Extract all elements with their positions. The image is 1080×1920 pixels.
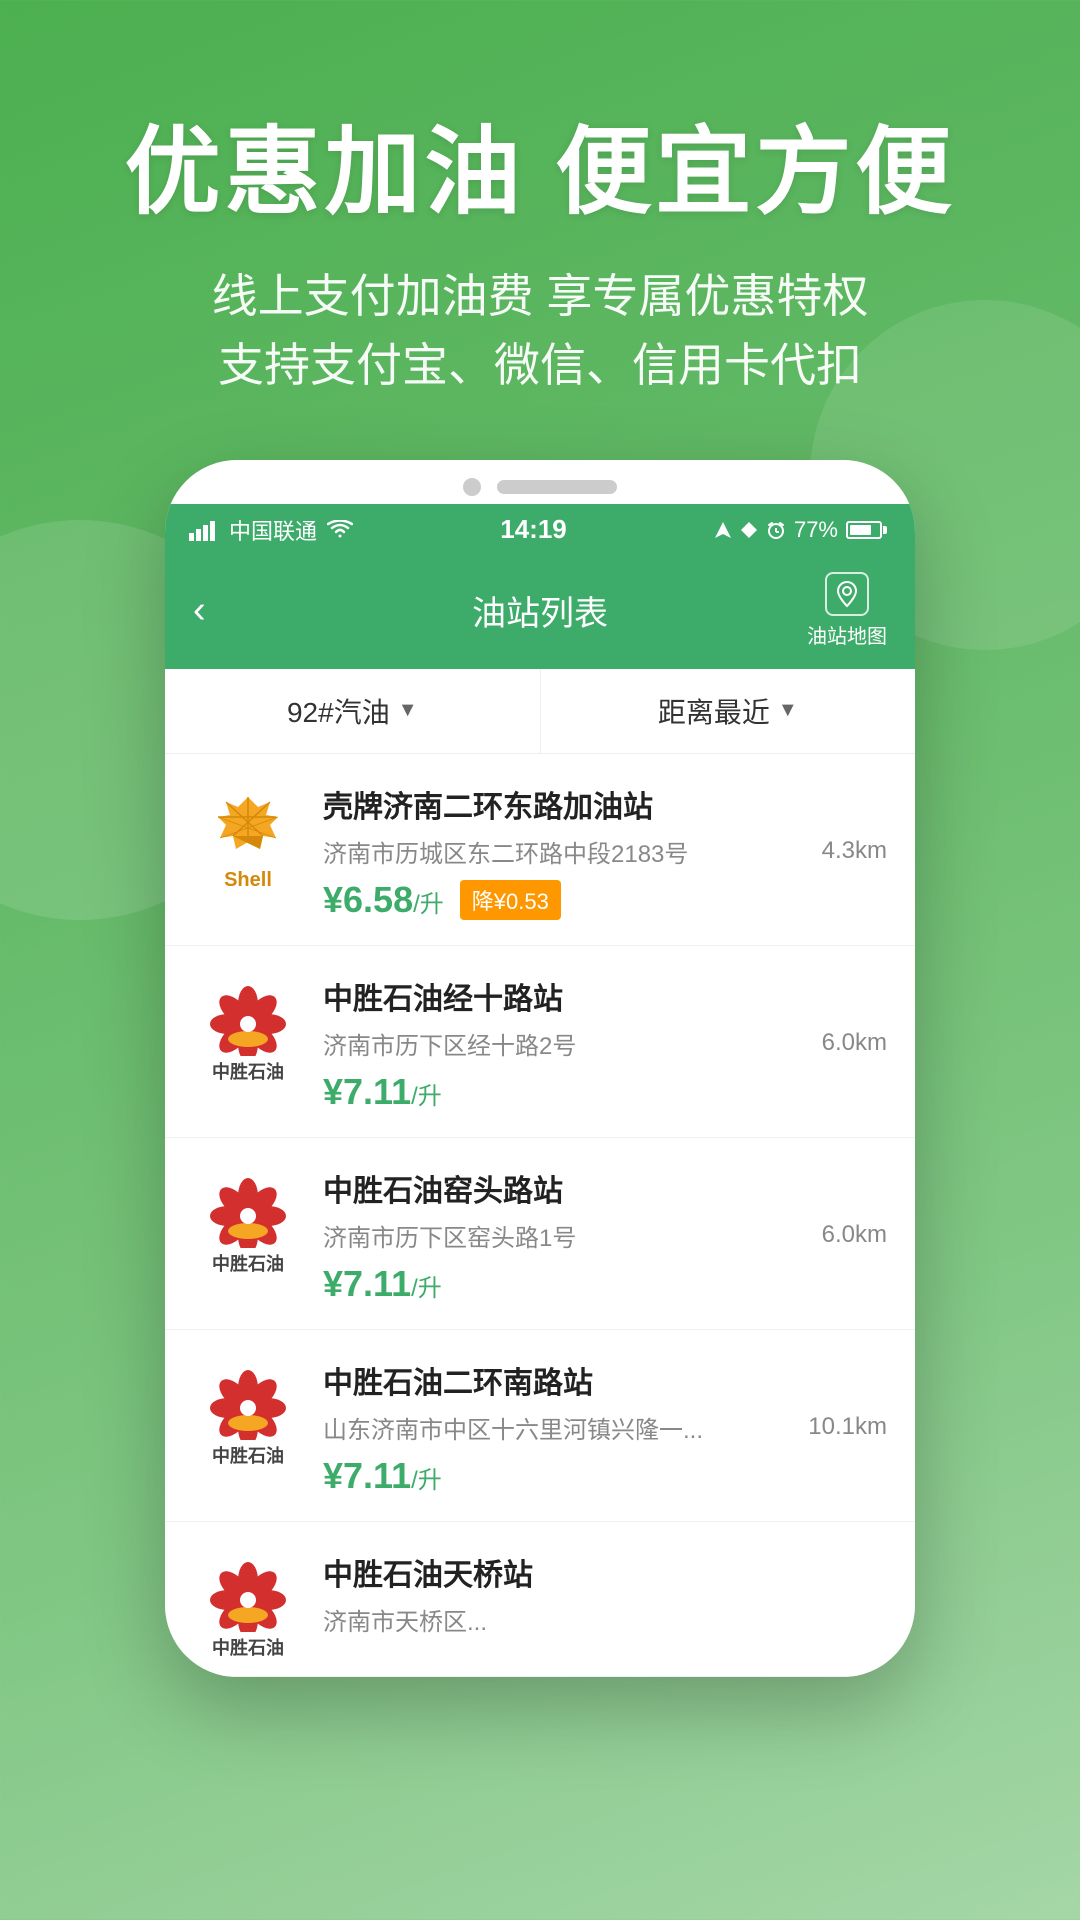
station-address: 济南市天桥区...: [323, 1602, 875, 1637]
back-button[interactable]: ‹: [193, 591, 206, 629]
sort-arrow: ▼: [778, 699, 798, 722]
station-address-row: 济南市历城区东二环路中段2183号 4.3km: [323, 834, 887, 869]
station-distance: 6.0km: [822, 1221, 887, 1249]
price-unit: /升: [411, 1083, 442, 1110]
carrier-label: 中国联通: [229, 514, 317, 546]
station-name: 中胜石油经十路站: [323, 974, 887, 1018]
station-distance: 6.0km: [822, 1029, 887, 1057]
price-unit: /升: [411, 1467, 442, 1494]
station-info: 中胜石油二环南路站 山东济南市中区十六里河镇兴隆一... 10.1km ¥7.1…: [323, 1358, 887, 1497]
station-name: 中胜石油窑头路站: [323, 1166, 887, 1210]
station-info: 中胜石油经十路站 济南市历下区经十路2号 6.0km ¥7.11/升: [323, 974, 887, 1113]
price-unit: /升: [413, 891, 444, 918]
station-address: 济南市历城区东二环路中段2183号: [323, 834, 810, 869]
station-address: 济南市历下区经十路2号: [323, 1026, 810, 1061]
status-time: 14:19: [500, 514, 567, 545]
navigation-icon: [740, 521, 758, 539]
hero-section: 优惠加油 便宜方便 线上支付加油费 享专属优惠特权 支持支付宝、微信、信用卡代扣: [0, 0, 1080, 460]
sort-filter[interactable]: 距离最近 ▼: [541, 669, 916, 753]
station-list: Shell 壳牌济南二环东路加油站 济南市历城区东二环路中段2183号 4.3k…: [165, 754, 915, 1677]
station-address-row: 济南市历下区经十路2号 6.0km: [323, 1026, 887, 1061]
station-price-row: ¥7.11/升: [323, 1263, 887, 1305]
map-icon: [825, 572, 869, 616]
station-address-row: 山东济南市中区十六里河镇兴隆一... 10.1km: [323, 1410, 887, 1445]
fuel-type-filter[interactable]: 92#汽油 ▼: [165, 669, 541, 753]
station-info: 中胜石油天桥站 济南市天桥区...: [323, 1550, 887, 1647]
status-bar: 中国联通 14:19: [165, 504, 915, 556]
station-address-row: 济南市天桥区...: [323, 1602, 887, 1637]
station-logo-zhongsheng: 中胜石油: [193, 1550, 303, 1660]
phone-notch: [165, 460, 915, 504]
station-price: ¥7.11/升: [323, 1263, 442, 1305]
station-name: 壳牌济南二环东路加油站: [323, 782, 887, 826]
location-icon: [714, 521, 732, 539]
station-info: 中胜石油窑头路站 济南市历下区窑头路1号 6.0km ¥7.11/升: [323, 1166, 887, 1305]
phone-mockup-wrapper: 中国联通 14:19: [0, 460, 1080, 1677]
station-price-row: ¥7.11/升: [323, 1455, 887, 1497]
hero-subtitle: 线上支付加油费 享专属优惠特权 支持支付宝、微信、信用卡代扣: [0, 262, 1080, 400]
zhongsheng-label: 中胜石油: [212, 1442, 284, 1468]
station-logo-zhongsheng: 中胜石油: [193, 1358, 303, 1468]
station-logo-shell: Shell: [193, 782, 303, 892]
zhongsheng-label: 中胜石油: [212, 1058, 284, 1084]
station-info: 壳牌济南二环东路加油站 济南市历城区东二环路中段2183号 4.3km ¥6.5…: [323, 782, 887, 921]
station-distance: 10.1km: [808, 1413, 887, 1441]
station-address-row: 济南市历下区窑头路1号 6.0km: [323, 1218, 887, 1253]
station-price-row: ¥6.58/升 降¥0.53: [323, 879, 887, 921]
alarm-icon: [766, 520, 786, 540]
hero-subtitle-line2: 支持支付宝、微信、信用卡代扣: [0, 331, 1080, 400]
battery-icon: [846, 521, 887, 539]
station-price: ¥7.11/升: [323, 1071, 442, 1113]
station-address: 山东济南市中区十六里河镇兴隆一...: [323, 1410, 796, 1445]
sort-label: 距离最近: [658, 691, 770, 731]
battery-percent: 77%: [794, 517, 838, 543]
station-item[interactable]: 中胜石油 中胜石油二环南路站 山东济南市中区十六里河镇兴隆一... 10.1km…: [165, 1330, 915, 1522]
status-right: 77%: [714, 517, 887, 543]
station-item[interactable]: 中胜石油 中胜石油窑头路站 济南市历下区窑头路1号 6.0km ¥7.11/升: [165, 1138, 915, 1330]
status-left: 中国联通: [189, 514, 353, 546]
fuel-type-label: 92#汽油: [287, 691, 390, 731]
wifi-icon: [327, 520, 353, 540]
station-name: 中胜石油天桥站: [323, 1550, 887, 1594]
hero-title: 优惠加油 便宜方便: [0, 120, 1080, 226]
map-button-label: 油站地图: [807, 620, 887, 649]
filter-bar: 92#汽油 ▼ 距离最近 ▼: [165, 669, 915, 754]
station-price-row: ¥7.11/升: [323, 1071, 887, 1113]
station-name: 中胜石油二环南路站: [323, 1358, 887, 1402]
fuel-type-arrow: ▼: [398, 699, 418, 722]
station-distance: 4.3km: [822, 837, 887, 865]
station-item[interactable]: Shell 壳牌济南二环东路加油站 济南市历城区东二环路中段2183号 4.3k…: [165, 754, 915, 946]
map-button[interactable]: 油站地图: [807, 572, 887, 649]
shell-label: Shell: [224, 869, 272, 892]
signal-icon: [189, 519, 219, 541]
zhongsheng-label: 中胜石油: [212, 1250, 284, 1276]
station-price: ¥6.58/升: [323, 879, 444, 921]
station-logo-zhongsheng: 中胜石油: [193, 974, 303, 1084]
price-unit: /升: [411, 1275, 442, 1302]
station-address: 济南市历下区窑头路1号: [323, 1218, 810, 1253]
discount-badge: 降¥0.53: [460, 880, 561, 920]
phone-dot: [463, 478, 481, 496]
nav-bar: ‹ 油站列表 油站地图: [165, 556, 915, 669]
station-logo-zhongsheng: 中胜石油: [193, 1166, 303, 1276]
phone-speaker: [497, 480, 617, 494]
hero-subtitle-line1: 线上支付加油费 享专属优惠特权: [0, 262, 1080, 331]
phone-mockup: 中国联通 14:19: [165, 460, 915, 1677]
nav-title: 油站列表: [472, 586, 608, 635]
station-price: ¥7.11/升: [323, 1455, 442, 1497]
station-item[interactable]: 中胜石油 中胜石油天桥站 济南市天桥区...: [165, 1522, 915, 1677]
station-item[interactable]: 中胜石油 中胜石油经十路站 济南市历下区经十路2号 6.0km ¥7.11/升: [165, 946, 915, 1138]
zhongsheng-label: 中胜石油: [212, 1634, 284, 1660]
